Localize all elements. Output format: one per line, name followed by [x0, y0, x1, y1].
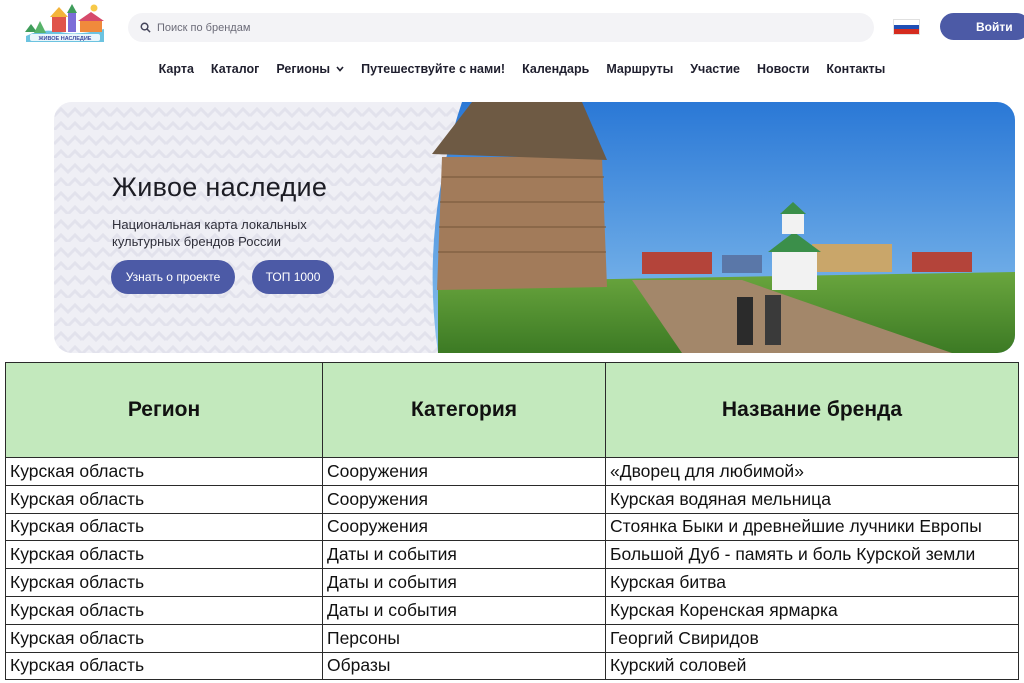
cell-brand-name: Георгий Свиридов — [605, 623, 1019, 653]
table-row: Курская область Сооружения «Дворец для л… — [5, 457, 1019, 486]
nav-item-regions[interactable]: Регионы — [276, 60, 344, 78]
nav-label: Путешествуйте с нами! — [361, 62, 506, 76]
cell-brand-name: Стоянка Быки и древнейшие лучники Европы — [605, 512, 1019, 542]
cell-region: Курская область — [5, 595, 323, 625]
cell-region: Курская область — [5, 623, 323, 653]
russian-flag-icon[interactable] — [893, 19, 920, 35]
table-row: Курская область Персоны Георгий Свиридов — [5, 623, 1019, 653]
nav-item-map[interactable]: Карта — [159, 60, 194, 78]
nav-label: Каталог — [210, 62, 260, 76]
chevron-down-icon — [336, 66, 344, 72]
cell-region: Курская область — [5, 540, 323, 570]
cell-category: Сооружения — [322, 484, 606, 514]
cell-category: Сооружения — [322, 457, 606, 486]
cell-category: Даты и события — [322, 595, 606, 625]
search-icon — [140, 22, 151, 33]
site-header: ЖИВОЕ НАСЛЕДИЕ Войти — [0, 0, 1024, 56]
cell-region: Курская область — [5, 484, 323, 514]
table-row: Курская область Даты и события Курская б… — [5, 568, 1019, 597]
cell-category: Даты и события — [322, 568, 606, 597]
cell-region: Курская область — [5, 568, 323, 597]
svg-text:ЖИВОЕ НАСЛЕДИЕ: ЖИВОЕ НАСЛЕДИЕ — [38, 36, 92, 42]
flag-stripe-red — [894, 29, 919, 34]
login-button[interactable]: Войти — [940, 13, 1024, 40]
cell-brand-name: Курская водяная мельница — [605, 484, 1019, 514]
nav-label: Календарь — [522, 62, 590, 76]
column-header-category: Категория — [322, 362, 606, 458]
table-row: Курская область Сооружения Стоянка Быки … — [5, 512, 1019, 542]
nav-item-travel[interactable]: Путешествуйте с нами! — [361, 60, 505, 78]
nav-item-contacts[interactable]: Контакты — [826, 60, 885, 78]
main-nav: Карта Каталог Регионы Путешествуйте с на… — [0, 60, 1024, 78]
nav-item-participation[interactable]: Участие — [690, 60, 740, 78]
nav-label: Маршруты — [606, 62, 674, 76]
cell-region: Курская область — [5, 512, 323, 542]
cell-brand-name: Курский соловей — [605, 651, 1019, 681]
hero-photo-monastery — [432, 102, 1015, 353]
nav-label: Карта — [158, 62, 194, 76]
nav-item-calendar[interactable]: Календарь — [522, 60, 589, 78]
about-project-button[interactable]: Узнать о проекте — [111, 260, 235, 294]
hero-title: Живое наследие — [112, 172, 328, 202]
cell-region: Курская область — [5, 457, 323, 486]
nav-label: Контакты — [826, 62, 886, 76]
hero-subtitle: Национальная карта локальных культурных … — [112, 217, 307, 249]
column-header-brand-name: Название бренда — [605, 362, 1019, 458]
cell-category: Даты и события — [322, 540, 606, 570]
nav-label: Регионы — [276, 62, 331, 76]
table-row: Курская область Образы Курский соловей — [5, 651, 1019, 681]
cell-category: Образы — [322, 651, 606, 681]
hero-banner: Живое наследие Национальная карта локаль… — [54, 102, 1015, 353]
search-input[interactable] — [157, 21, 857, 34]
cell-category: Сооружения — [322, 512, 606, 542]
cell-region: Курская область — [5, 651, 323, 681]
cell-brand-name: «Дворец для любимой» — [605, 457, 1019, 486]
table-row: Курская область Сооружения Курская водян… — [5, 484, 1019, 514]
column-header-region: Регион — [5, 362, 323, 458]
nav-label: Новости — [756, 62, 810, 76]
cell-category: Персоны — [322, 623, 606, 653]
nav-item-routes[interactable]: Маршруты — [606, 60, 673, 78]
cell-brand-name: Курская Коренская ярмарка — [605, 595, 1019, 625]
cell-brand-name: Курская битва — [605, 568, 1019, 597]
nav-label: Участие — [690, 62, 740, 76]
table-row: Курская область Даты и события Курская К… — [5, 595, 1019, 625]
table-row: Курская область Даты и события Большой Д… — [5, 540, 1019, 570]
search-bar[interactable] — [128, 13, 874, 42]
nav-item-catalog[interactable]: Каталог — [211, 60, 259, 78]
site-logo[interactable]: ЖИВОЕ НАСЛЕДИЕ — [22, 2, 108, 46]
nav-item-news[interactable]: Новости — [757, 60, 809, 78]
brands-table: Регион Категория Название бренда Курская… — [5, 362, 1019, 681]
table-header-row: Регион Категория Название бренда — [5, 362, 1019, 458]
cell-brand-name: Большой Дуб - память и боль Курской земл… — [605, 540, 1019, 570]
top-1000-button[interactable]: ТОП 1000 — [252, 260, 334, 294]
